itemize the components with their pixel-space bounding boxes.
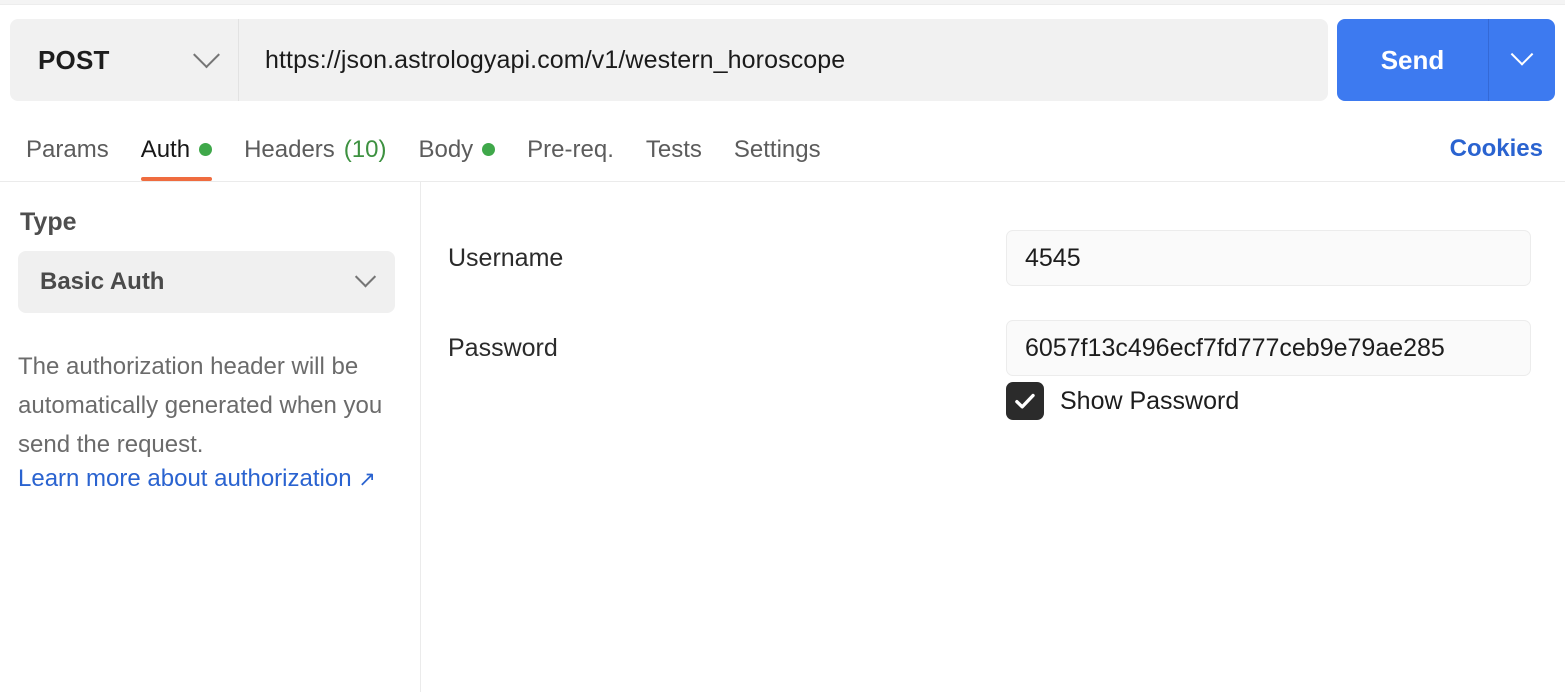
chevron-down-icon [193, 40, 220, 68]
send-button[interactable]: Send [1337, 19, 1489, 101]
tab-params[interactable]: Params [10, 118, 125, 181]
learn-more-authorization-link[interactable]: Learn more about authorization ↗ [18, 465, 402, 493]
status-dot-icon [199, 143, 213, 156]
username-row: Username 4545 [421, 230, 1565, 320]
tab-body[interactable]: Body [402, 118, 511, 181]
password-label: Password [448, 334, 558, 362]
send-button-group: Send [1337, 19, 1555, 101]
tab-label: Settings [733, 135, 821, 163]
send-options-dropdown[interactable] [1489, 19, 1555, 101]
window-top-edge [0, 0, 1565, 5]
tab-label: Auth [140, 135, 191, 163]
auth-type-panel: Type Basic Auth The authorization header… [0, 182, 421, 692]
status-dot-icon [482, 143, 496, 156]
check-icon [1015, 393, 1035, 409]
http-method-label: POST [38, 44, 110, 75]
password-row: Password 6057f13c496ecf7fd777ceb9e79ae28… [421, 320, 1565, 410]
tab-headers[interactable]: Headers (10) [228, 118, 402, 181]
tab-label: Tests [645, 135, 702, 163]
method-url-group: POST https://json.astrologyapi.com/v1/we… [10, 19, 1328, 101]
request-tabs: Params Auth Headers (10) Body Pre-req. T… [0, 118, 1565, 182]
learn-more-label: Learn more about authorization [18, 465, 352, 492]
request-bar: POST https://json.astrologyapi.com/v1/we… [10, 19, 1555, 101]
tab-settings[interactable]: Settings [718, 118, 837, 181]
tab-list: Params Auth Headers (10) Body Pre-req. T… [0, 118, 837, 181]
tab-auth[interactable]: Auth [125, 118, 228, 181]
show-password-toggle[interactable]: Show Password [1006, 382, 1239, 420]
tab-label: Body [418, 135, 474, 163]
chevron-down-icon [1510, 43, 1534, 66]
tab-pre-request[interactable]: Pre-req. [511, 118, 630, 181]
username-input[interactable]: 4545 [1006, 230, 1531, 286]
tab-label: Params [26, 135, 109, 163]
headers-count-badge: (10) [343, 135, 387, 163]
username-label: Username [448, 244, 564, 272]
tab-label: Pre-req. [527, 135, 614, 163]
auth-type-value: Basic Auth [40, 268, 165, 295]
auth-content: Type Basic Auth The authorization header… [0, 182, 1565, 692]
credentials-panel: Username 4545 Password 6057f13c496ecf7fd… [421, 182, 1565, 692]
tab-tests[interactable]: Tests [630, 118, 718, 181]
type-heading: Type [20, 208, 77, 236]
show-password-label: Show Password [1060, 386, 1240, 415]
show-password-checkbox[interactable] [1006, 382, 1044, 420]
http-method-dropdown[interactable]: POST [10, 19, 239, 101]
cookies-link[interactable]: Cookies [1450, 135, 1543, 163]
auth-help-text: The authorization header will be automat… [18, 353, 383, 458]
url-input[interactable]: https://json.astrologyapi.com/v1/western… [239, 19, 1328, 101]
external-link-arrow-icon: ↗ [358, 468, 376, 491]
tab-label: Headers [244, 135, 335, 163]
chevron-down-icon [354, 265, 377, 287]
auth-type-dropdown[interactable]: Basic Auth [18, 251, 395, 313]
password-input[interactable]: 6057f13c496ecf7fd777ceb9e79ae285 [1006, 320, 1531, 376]
